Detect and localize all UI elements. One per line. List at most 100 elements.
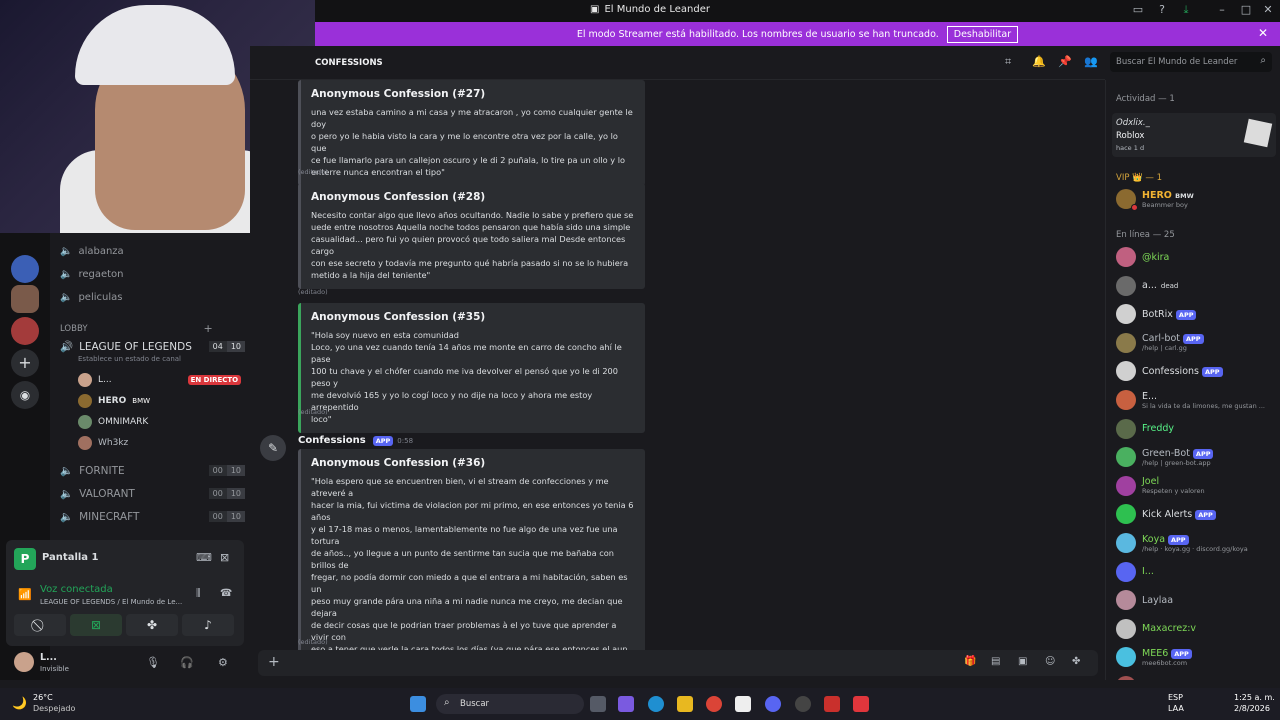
- member-item[interactable]: I...: [1116, 561, 1276, 582]
- maximize-icon[interactable]: □: [1240, 4, 1252, 16]
- channel-peliculas[interactable]: 🔈 peliculas: [60, 292, 122, 303]
- voice-user[interactable]: OMNIMARK: [78, 415, 148, 429]
- apps-icon[interactable]: ✤: [1072, 656, 1080, 667]
- voice-location[interactable]: LEAGUE OF LEGENDS / El Mundo de Le...: [40, 598, 182, 606]
- server-icon[interactable]: [11, 255, 39, 283]
- game-icon[interactable]: ⌨: [196, 551, 212, 564]
- member-item[interactable]: E... Si la vida te da limones, me gustan …: [1116, 390, 1276, 410]
- capcut-icon[interactable]: [735, 696, 751, 712]
- close-icon[interactable]: ✕: [1258, 26, 1268, 40]
- voice-status[interactable]: Voz conectada: [40, 584, 113, 595]
- chat-header: CONFESSIONS ⌗ 🔔 📌 👥: [250, 46, 1105, 80]
- edge-icon[interactable]: [648, 696, 664, 712]
- channel-status[interactable]: Establece un estado de canal: [78, 355, 181, 363]
- emoji-icon[interactable]: ☺: [1045, 656, 1055, 667]
- task-view-icon[interactable]: [590, 696, 606, 712]
- temperature[interactable]: 26°C: [33, 693, 53, 702]
- app-icon[interactable]: [853, 696, 869, 712]
- voice-user[interactable]: L... EN DIRECTO: [78, 373, 242, 387]
- member-item[interactable]: Green-Bot APP/help | green-bot.app: [1116, 447, 1276, 468]
- member-item[interactable]: Freddy: [1116, 418, 1276, 439]
- keyboard-layout[interactable]: LAA: [1168, 704, 1184, 713]
- add-channel-icon[interactable]: +: [204, 322, 213, 335]
- gift-icon[interactable]: 🎁: [964, 656, 976, 667]
- sticker-icon[interactable]: ▣: [1018, 656, 1027, 667]
- settings-icon[interactable]: ⚙: [218, 656, 228, 669]
- close-window-icon[interactable]: ✕: [1262, 4, 1274, 16]
- camera-off-button[interactable]: ⃠: [14, 614, 66, 636]
- clock-time[interactable]: 1:25 a. m.: [1234, 693, 1275, 702]
- voice-channel-lol[interactable]: 🔊 LEAGUE OF LEGENDS 04 10: [60, 340, 245, 353]
- avatar[interactable]: [14, 652, 34, 672]
- pin-icon[interactable]: 📌: [1058, 55, 1072, 68]
- disconnect-icon[interactable]: ☎: [220, 588, 232, 599]
- server-icon[interactable]: [11, 285, 39, 313]
- app-icon[interactable]: [824, 696, 840, 712]
- noise-icon[interactable]: ⫼: [196, 588, 201, 599]
- chrome-icon[interactable]: [706, 696, 722, 712]
- soundboard-button[interactable]: ♪: [182, 614, 234, 636]
- member-item[interactable]: a... dead: [1116, 275, 1276, 296]
- channel-alabanza[interactable]: 🔈 alabanza: [60, 246, 124, 257]
- member-item[interactable]: Confessions APP: [1116, 361, 1276, 382]
- embed-body: "Hola espero que se encuentren bien, vi …: [311, 476, 634, 650]
- member-item[interactable]: MEE6 APP mee6bot.com: [1116, 647, 1276, 668]
- microphone-icon[interactable]: 🎙: [146, 656, 160, 669]
- category-lobby[interactable]: LOBBY +: [60, 322, 213, 335]
- member-name: Koya: [1142, 533, 1166, 545]
- discover-icon[interactable]: ◉: [11, 381, 39, 409]
- threads-icon[interactable]: ⌗: [1005, 55, 1011, 69]
- weather-text[interactable]: Despejado: [33, 704, 75, 713]
- screen-share-button[interactable]: ⊠: [70, 614, 122, 636]
- activity-card[interactable]: Odxlix._ Roblox hace 1 d: [1112, 113, 1276, 157]
- search-input[interactable]: Buscar El Mundo de Leander ⌕: [1110, 52, 1272, 72]
- username[interactable]: L...: [40, 652, 57, 663]
- folder-icon[interactable]: [677, 696, 693, 712]
- download-icon[interactable]: ⤓: [1180, 4, 1192, 16]
- member-item[interactable]: Kick Alerts APP: [1116, 504, 1276, 525]
- windows-start-icon[interactable]: [410, 696, 426, 712]
- gif-icon[interactable]: ▤: [991, 656, 1000, 667]
- voice-user[interactable]: HERO BMW: [78, 394, 150, 408]
- taskbar-search[interactable]: ⌕ Buscar: [436, 694, 584, 714]
- stop-stream-icon[interactable]: ⊠: [220, 551, 229, 564]
- avatar: [1116, 590, 1136, 611]
- voice-channel-minecraft[interactable]: 🔈 MINECRAFT 00 10: [60, 510, 245, 523]
- member-item[interactable]: OMNIMARK: [1116, 676, 1276, 680]
- inbox-icon[interactable]: ▭: [1132, 4, 1144, 16]
- member-item[interactable]: @kira: [1116, 247, 1276, 267]
- member-item[interactable]: Carl-bot APP/help | carl.gg: [1116, 332, 1276, 353]
- voice-channel-valorant[interactable]: 🔈 VALORANT 00 10: [60, 487, 245, 500]
- member-name: Green-Bot: [1142, 447, 1190, 459]
- minimize-icon[interactable]: –: [1216, 4, 1228, 16]
- member-item[interactable]: Joel Respeten y valoren: [1116, 475, 1276, 496]
- headphones-icon[interactable]: 🎧: [180, 656, 194, 669]
- add-server-icon[interactable]: +: [11, 349, 39, 377]
- help-icon[interactable]: ?: [1156, 4, 1168, 16]
- message-composer[interactable]: + 🎁 ▤ ▣ ☺ ✤: [258, 650, 1098, 676]
- member-item[interactable]: Laylaa: [1116, 590, 1276, 611]
- discord-icon[interactable]: [765, 696, 781, 712]
- voice-channel-fornite[interactable]: 🔈 FORNITE 00 10: [60, 464, 245, 477]
- voice-user[interactable]: Wh3kz: [78, 436, 128, 450]
- user-status: Invisible: [40, 665, 69, 673]
- copilot-icon[interactable]: [618, 696, 634, 712]
- author-name[interactable]: Confessions: [298, 435, 366, 446]
- clock-date[interactable]: 2/8/2026: [1234, 704, 1270, 713]
- activities-button[interactable]: ✤: [126, 614, 178, 636]
- disable-streamer-button[interactable]: Deshabilitar: [946, 25, 1019, 43]
- steam-icon[interactable]: [795, 696, 811, 712]
- member-item[interactable]: Koya APP/help · koya.gg · discord.gg/koya: [1116, 533, 1276, 553]
- channel-regaeton[interactable]: 🔈 regaeton: [60, 269, 124, 280]
- member-item[interactable]: HERO BMW Beammer boy: [1116, 189, 1276, 211]
- edited-label: (editado): [298, 288, 328, 296]
- member-item[interactable]: BotRix APP: [1116, 304, 1276, 325]
- avatar[interactable]: ✎: [260, 435, 286, 461]
- bell-icon[interactable]: 🔔: [1032, 55, 1046, 68]
- members-icon[interactable]: 👥: [1084, 55, 1098, 68]
- server-icon[interactable]: [11, 317, 39, 345]
- confession-embed: Anonymous Confession (#27) una vez estab…: [298, 80, 645, 186]
- language[interactable]: ESP: [1168, 693, 1183, 702]
- add-attachment-icon[interactable]: +: [268, 654, 280, 670]
- member-item[interactable]: Maxacrez:v: [1116, 618, 1276, 639]
